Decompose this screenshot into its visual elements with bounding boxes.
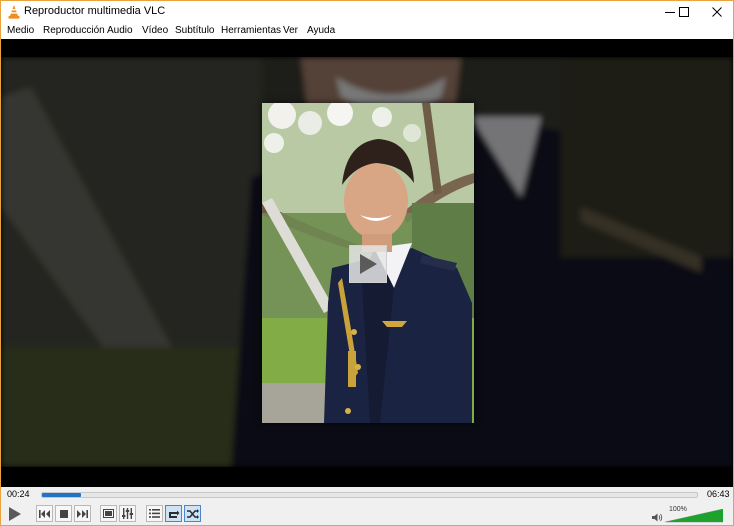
loop-button[interactable] — [165, 505, 182, 522]
vlc-window: Reproductor multimedia VLC Medio Reprodu… — [0, 0, 734, 526]
shuffle-button[interactable] — [184, 505, 201, 522]
current-time: 00:24 — [7, 489, 30, 499]
control-bar — [1, 503, 733, 525]
fullscreen-icon — [103, 509, 114, 518]
video-area[interactable] — [1, 39, 733, 487]
play-overlay-button[interactable] — [349, 245, 387, 283]
menu-audio[interactable]: Audio — [107, 24, 133, 37]
maximize-button[interactable] — [669, 1, 699, 23]
menu-herramientas[interactable]: Herramientas — [221, 24, 281, 37]
play-button[interactable] — [5, 504, 25, 524]
loop-icon — [168, 510, 179, 518]
shuffle-icon — [186, 508, 199, 519]
speaker-icon[interactable] — [652, 513, 663, 522]
menu-video[interactable]: Vídeo — [142, 24, 168, 37]
close-button[interactable] — [702, 1, 732, 23]
playlist-icon — [149, 509, 160, 518]
equalizer-icon — [122, 508, 133, 519]
menu-medio[interactable]: Medio — [7, 24, 34, 37]
previous-icon — [39, 509, 50, 518]
seek-progress — [42, 493, 81, 497]
extended-settings-button[interactable] — [119, 505, 136, 522]
playlist-button[interactable] — [146, 505, 163, 522]
volume-slider[interactable] — [665, 509, 723, 523]
play-icon — [360, 254, 377, 274]
seek-slider[interactable] — [41, 492, 698, 498]
stop-icon — [59, 509, 68, 518]
title-bar[interactable]: Reproductor multimedia VLC — [1, 1, 733, 23]
play-icon — [9, 507, 21, 521]
next-icon — [77, 509, 88, 518]
stop-button[interactable] — [55, 505, 72, 522]
menu-ayuda[interactable]: Ayuda — [307, 24, 335, 37]
close-icon — [712, 7, 722, 17]
menu-ver[interactable]: Ver — [283, 24, 298, 37]
seek-row: 00:24 06:43 — [1, 487, 733, 503]
next-button[interactable] — [74, 505, 91, 522]
vlc-cone-icon — [8, 5, 20, 19]
fullscreen-button[interactable] — [100, 505, 117, 522]
window-title: Reproductor multimedia VLC — [24, 5, 166, 17]
maximize-icon — [679, 7, 689, 17]
previous-button[interactable] — [36, 505, 53, 522]
total-time: 06:43 — [707, 489, 730, 499]
menu-subtitulo[interactable]: Subtítulo — [175, 24, 214, 37]
menu-bar: Medio Reproducción Audio Vídeo Subtítulo… — [1, 23, 733, 39]
menu-reproduccion[interactable]: Reproducción — [43, 24, 105, 37]
